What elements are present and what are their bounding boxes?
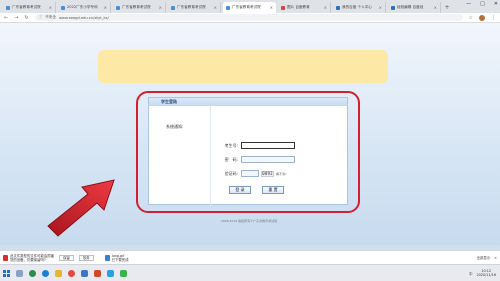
close-download-bar-icon[interactable]: ×: [494, 256, 497, 260]
show-all-downloads-link[interactable]: 全部显示: [477, 255, 491, 260]
password-input[interactable]: [241, 156, 295, 163]
warning-icon: [3, 254, 8, 261]
wechat-icon[interactable]: [120, 269, 127, 277]
tab-favicon-icon: [116, 5, 120, 10]
profile-avatar[interactable]: [479, 14, 485, 21]
bookmark-star-icon[interactable]: ☆: [469, 15, 473, 21]
captcha-label: 验证码:: [224, 170, 238, 176]
tab-close-icon[interactable]: ×: [434, 5, 437, 10]
tab-label: 我的百度 个人中心: [342, 5, 372, 9]
tab-list: 广东省教育考试院 × 2022广东小学专科 × 广东省教育考试院 × 广东省教育考试院 × 广东…: [3, 2, 443, 13]
maximize-button[interactable]: □: [480, 1, 485, 7]
new-tab-button[interactable]: +: [443, 2, 451, 13]
notice-banner: [98, 50, 388, 83]
password-row: 密 码:: [216, 156, 295, 163]
edge-icon[interactable]: [42, 269, 49, 277]
download-bar: 此文件类型的文件可能会损害 您的设备。仍要保留吗? 保留 放弃 long.gif…: [0, 250, 500, 264]
captcha-row: 验证码: 0092 看不清?: [216, 170, 287, 177]
tab-close-icon[interactable]: ×: [214, 5, 217, 10]
browser-tab[interactable]: 经验编辑 百度经 ×: [388, 2, 441, 13]
notice-column: 系统通知:: [149, 106, 211, 206]
login-panel-header: 学生登陆: [149, 98, 347, 106]
app-icon[interactable]: [94, 269, 101, 277]
browser-tab[interactable]: 图片 百度教育 ×: [278, 2, 331, 13]
tab-label: 广东省教育考试院: [177, 5, 206, 9]
tab-label: 图片 百度教育: [287, 5, 310, 9]
page-content: 学生登陆 系统通知: 考生号: 密 码: 验证码: 0092 看不清? 登 录 …: [0, 23, 500, 245]
download-file-status: 已下载完成: [111, 257, 129, 262]
red-arrow-icon: [47, 179, 115, 237]
back-icon[interactable]: ←: [4, 15, 8, 21]
browser-tab[interactable]: 2022广东小学专科 ×: [58, 2, 111, 13]
password-label: 密 码:: [224, 156, 238, 162]
input-language[interactable]: 中: [469, 271, 472, 276]
browser-tab[interactable]: 广东省教育考试院 ×: [113, 2, 166, 13]
word-icon[interactable]: [81, 269, 88, 277]
browser-tab[interactable]: 我的百度 个人中心 ×: [333, 2, 386, 13]
url-text[interactable]: www.eeagd.edu.cn/zkyt_ks/: [59, 16, 109, 20]
system-notice-label: 系统通知:: [166, 124, 184, 129]
chrome-icon[interactable]: [68, 269, 75, 277]
login-button[interactable]: 登 录: [229, 186, 251, 194]
browser-tab[interactable]: 广东省教育考试院 ×: [3, 2, 56, 13]
tab-favicon-icon: [61, 5, 65, 10]
tab-label: 经验编辑 百度经: [397, 5, 424, 9]
tab-label: 广东省教育考试院: [12, 5, 41, 9]
tab-close-icon[interactable]: ×: [324, 5, 327, 10]
download-item-file[interactable]: long.gif 已下载完成: [104, 254, 129, 262]
minimize-button[interactable]: —: [466, 1, 471, 7]
file-icon: [104, 254, 110, 261]
tab-label: 2022广东小学专科: [67, 5, 98, 9]
clock[interactable]: 10:12 2020/11/16: [476, 269, 496, 277]
tab-close-icon[interactable]: ×: [104, 5, 107, 10]
captcha-refresh-link[interactable]: 看不清?: [276, 172, 287, 176]
close-window-button[interactable]: ✕: [494, 1, 498, 7]
exam-number-input[interactable]: [241, 142, 295, 149]
tab-favicon-icon: [391, 5, 395, 10]
captcha-image[interactable]: 0092: [261, 170, 274, 177]
tab-favicon-icon: [171, 5, 175, 10]
tab-close-icon[interactable]: ×: [159, 5, 162, 10]
download-warning-line2: 您的设备。仍要保留吗?: [10, 257, 46, 262]
browser-tab-strip: 广东省教育考试院 × 2022广东小学专科 × 广东省教育考试院 × 广东省教育考试院 × 广东…: [0, 0, 500, 13]
taskbar: 中 10:12 2020/11/16: [0, 264, 500, 281]
discard-button[interactable]: 放弃: [78, 254, 94, 261]
file-explorer-icon[interactable]: [55, 269, 62, 277]
keep-button[interactable]: 保留: [59, 254, 74, 261]
info-icon[interactable]: ⓘ: [39, 15, 43, 20]
qq-icon[interactable]: [107, 269, 114, 277]
browser-360-icon[interactable]: [29, 269, 36, 277]
toolbar-right: ☆ ⋮: [469, 14, 496, 21]
security-label: 不安全: [45, 15, 56, 19]
start-button[interactable]: [3, 269, 10, 277]
tab-favicon-icon: [6, 5, 10, 10]
login-panel: 学生登陆 系统通知: 考生号: 密 码: 验证码: 0092 看不清? 登 录 …: [148, 97, 348, 223]
tab-label: 广东省教育考试院: [122, 5, 151, 9]
menu-icon[interactable]: ⋮: [491, 15, 496, 21]
system-tray: 中 10:12 2020/11/16: [469, 269, 500, 277]
captcha-input[interactable]: [241, 170, 259, 177]
tab-favicon-icon: [226, 5, 230, 10]
download-item-warning[interactable]: 此文件类型的文件可能会损害 您的设备。仍要保留吗?: [3, 254, 54, 262]
tab-favicon-icon: [281, 5, 285, 10]
reset-button[interactable]: 重 置: [262, 186, 284, 194]
clock-date: 2020/11/16: [476, 273, 496, 277]
browser-toolbar: ← → ↻ ⓘ 不安全 www.eeagd.edu.cn/zkyt_ks/ ☆ …: [0, 13, 500, 23]
reload-icon[interactable]: ↻: [24, 15, 28, 21]
browser-tab[interactable]: 广东省教育考试院 ×: [223, 2, 276, 13]
tab-close-icon[interactable]: ×: [49, 5, 52, 10]
forward-icon[interactable]: →: [14, 15, 18, 21]
browser-tab[interactable]: 广东省教育考试院 ×: [168, 2, 221, 13]
tab-label: 广东省教育考试院: [232, 5, 261, 9]
exam-number-label: 考生号:: [224, 142, 238, 148]
window-controls: — □ ✕: [466, 1, 498, 7]
address-bar[interactable]: ⓘ 不安全 www.eeagd.edu.cn/zkyt_ks/: [34, 14, 463, 21]
tab-close-icon[interactable]: ×: [270, 5, 273, 10]
tab-favicon-icon: [336, 5, 340, 10]
copyright-text: 2008-2019 版权所有©广东省教育考试院: [220, 219, 278, 223]
search-icon[interactable]: [16, 269, 23, 277]
exam-number-row: 考生号:: [216, 142, 295, 149]
tab-close-icon[interactable]: ×: [379, 5, 382, 10]
